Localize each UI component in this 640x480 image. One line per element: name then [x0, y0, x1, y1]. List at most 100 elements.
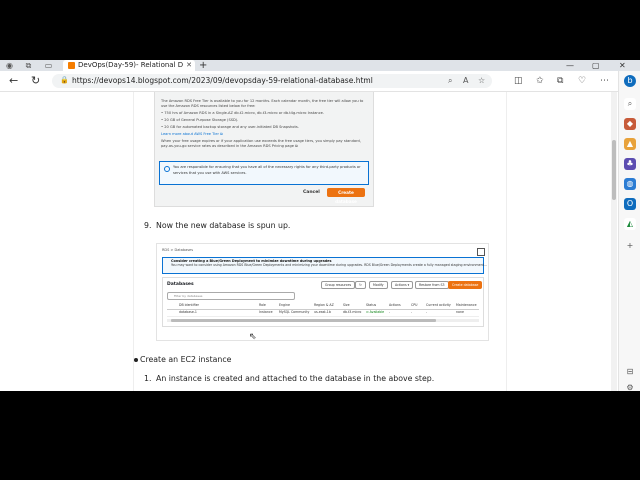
tab-actions-icon[interactable]: ▭ — [44, 61, 53, 70]
more-menu-icon[interactable]: ⋯ — [600, 75, 609, 87]
s1-line: • 20 GB for automated backup storage and… — [161, 125, 299, 129]
s1-info-line: You are responsible for ensuring that yo… — [173, 165, 361, 169]
s2-table-row: database-1 Instance MySQL Community us-e… — [167, 309, 479, 317]
search-icon[interactable]: ⌕ — [624, 98, 636, 110]
s2-info-banner: Consider creating a Blue/Green Deploymen… — [162, 257, 487, 274]
s2-col: Region & AZ — [314, 303, 334, 307]
minimize-button[interactable]: — — [566, 60, 574, 71]
s2-banner-text: You may want to consider using Amazon RD… — [171, 263, 487, 267]
s2-col: Current activity — [426, 303, 451, 307]
back-icon[interactable]: ← — [9, 75, 18, 87]
s1-cancel-button: Cancel — [303, 190, 320, 195]
s1-line: • 20 GB of General Purpose Storage (SSD)… — [161, 118, 239, 122]
step1-number: 1. — [144, 374, 152, 383]
s2-col: Maintenance — [456, 303, 477, 307]
s2-cell: - — [389, 310, 391, 314]
rds-databases-screenshot: RDS > Databases Consider creating a Blue… — [156, 243, 489, 341]
tab-close-icon[interactable]: ✕ — [186, 60, 192, 71]
shopping-icon[interactable]: ◆ — [624, 118, 636, 130]
lock-icon[interactable]: 🔒 — [60, 76, 69, 84]
s2-cell: - — [411, 310, 413, 314]
s2-action: Actions ▾ — [391, 281, 414, 289]
edge-sidebar: b ⌕ ◆ ▲ ♣ ◍ O ◭ + ⊟ ⚙ — [618, 71, 640, 391]
workspaces-icon[interactable]: ⧉ — [24, 61, 33, 70]
read-aloud-icon[interactable]: A — [463, 74, 468, 88]
page-viewport: The Amazon RDS Free Tier is available to… — [0, 92, 610, 391]
info-icon — [164, 166, 170, 172]
s2-databases-panel: Databases Group resources ↻ Modify Actio… — [162, 277, 484, 327]
blogger-favicon-icon — [68, 62, 75, 69]
mouse-cursor-icon: ⇖ — [249, 332, 257, 342]
s2-cell: - — [426, 310, 428, 314]
step9-number: 9. — [144, 221, 152, 230]
maximize-button[interactable]: ▢ — [592, 60, 600, 71]
s2-expand-icon — [477, 248, 485, 256]
browser-essentials-icon[interactable]: ♡ — [578, 75, 586, 87]
s1-info-box: You are responsible for ensuring that yo… — [159, 161, 369, 185]
s2-action: ↻ — [355, 281, 366, 289]
s2-horizontal-scrollbar — [167, 319, 479, 322]
profile-icon[interactable]: ◉ — [5, 61, 14, 70]
navigation-bar: ← ↻ 🔒 https://devops14.blogspot.com/2023… — [0, 71, 640, 92]
copilot-icon[interactable]: b — [624, 75, 636, 87]
s2-cell: none — [456, 310, 464, 314]
rds-free-tier-screenshot: The Amazon RDS Free Tier is available to… — [154, 92, 374, 207]
s2-cell: us-east-1b — [314, 310, 331, 314]
page-scrollbar[interactable] — [611, 92, 617, 391]
s2-action-create: Create database — [448, 281, 483, 289]
s2-action: Restore from S3 — [415, 281, 449, 289]
s2-cell: database-1 — [179, 310, 197, 314]
page-scrollbar-thumb[interactable] — [612, 140, 616, 200]
zoom-icon[interactable]: ⌕ — [448, 74, 452, 88]
s2-search: Filter by databases — [167, 292, 295, 300]
s2-cell: MySQL Community — [279, 310, 310, 314]
sidebar-hide-icon[interactable]: ⊟ — [624, 366, 636, 378]
bullet-item: Create an EC2 instance — [134, 355, 232, 365]
url-text[interactable]: https://devops14.blogspot.com/2023/09/de… — [72, 74, 373, 88]
tools-icon[interactable]: ▲ — [624, 138, 636, 150]
s2-breadcrumb: RDS > Databases — [162, 248, 194, 252]
refresh-icon[interactable]: ↻ — [31, 75, 40, 87]
tab-strip: ◉ ⧉ ▭ DevOps(Day-59)- Relational Datab ✕… — [0, 60, 640, 71]
s2-col: Actions — [389, 303, 401, 307]
tab-active[interactable]: DevOps(Day-59)- Relational Datab ✕ — [63, 60, 195, 71]
s2-action: Modify — [369, 281, 388, 289]
s1-line: pay-as-you-go service rates as described… — [161, 144, 298, 148]
s2-col: Role — [259, 303, 266, 307]
s1-free-tier-link: Learn more about AWS Free Tier ⧉ — [161, 132, 223, 136]
bullet-dot — [134, 358, 138, 362]
s2-col: Size — [343, 303, 350, 307]
outlook-icon[interactable]: O — [624, 198, 636, 210]
browser-window: ◉ ⧉ ▭ DevOps(Day-59)- Relational Datab ✕… — [0, 60, 640, 391]
games-icon[interactable]: ♣ — [624, 158, 636, 170]
new-tab-button[interactable]: + — [199, 60, 207, 71]
s2-panel-title: Databases — [167, 282, 194, 287]
split-screen-icon[interactable]: ◫ — [514, 75, 523, 87]
s1-info-line: services that you use with AWS services. — [173, 171, 247, 175]
s2-col: Status — [366, 303, 377, 307]
bullet-text: Create an EC2 instance — [140, 355, 232, 364]
step9-text: Now the new database is spun up. — [156, 221, 291, 230]
blog-post-body: The Amazon RDS Free Tier is available to… — [133, 92, 507, 391]
s1-line: use the Amazon RDS resources listed belo… — [161, 104, 256, 108]
s2-col: CPU — [411, 303, 418, 307]
s1-line: • 750 hrs of Amazon RDS in a Single-AZ d… — [161, 111, 325, 115]
sidebar-settings-icon[interactable]: ⚙ — [624, 382, 636, 391]
s2-cell: Instance — [259, 310, 273, 314]
favorite-star-icon[interactable]: ☆ — [478, 74, 485, 88]
add-sidebar-icon[interactable]: + — [624, 240, 636, 252]
drop-icon[interactable]: ◭ — [624, 218, 636, 230]
s2-col: Engine — [279, 303, 290, 307]
s2-cell: db.t3.micro — [343, 310, 362, 314]
tab-title: DevOps(Day-59)- Relational Datab — [78, 61, 183, 69]
s2-cell: ⊙ Available — [366, 310, 385, 314]
s2-action: Group resources — [321, 281, 356, 289]
microsoft365-icon[interactable]: ◍ — [624, 178, 636, 190]
address-bar[interactable]: 🔒 https://devops14.blogspot.com/2023/09/… — [52, 74, 492, 88]
collections-icon[interactable]: ⧉ — [557, 75, 563, 87]
s2-col: DB identifier — [179, 303, 199, 307]
close-window-button[interactable]: ✕ — [619, 60, 626, 71]
favorites-icon[interactable]: ✩ — [536, 75, 544, 87]
step1-text: An instance is created and attached to t… — [156, 374, 435, 383]
s1-create-database-button: Create database — [327, 188, 365, 204]
